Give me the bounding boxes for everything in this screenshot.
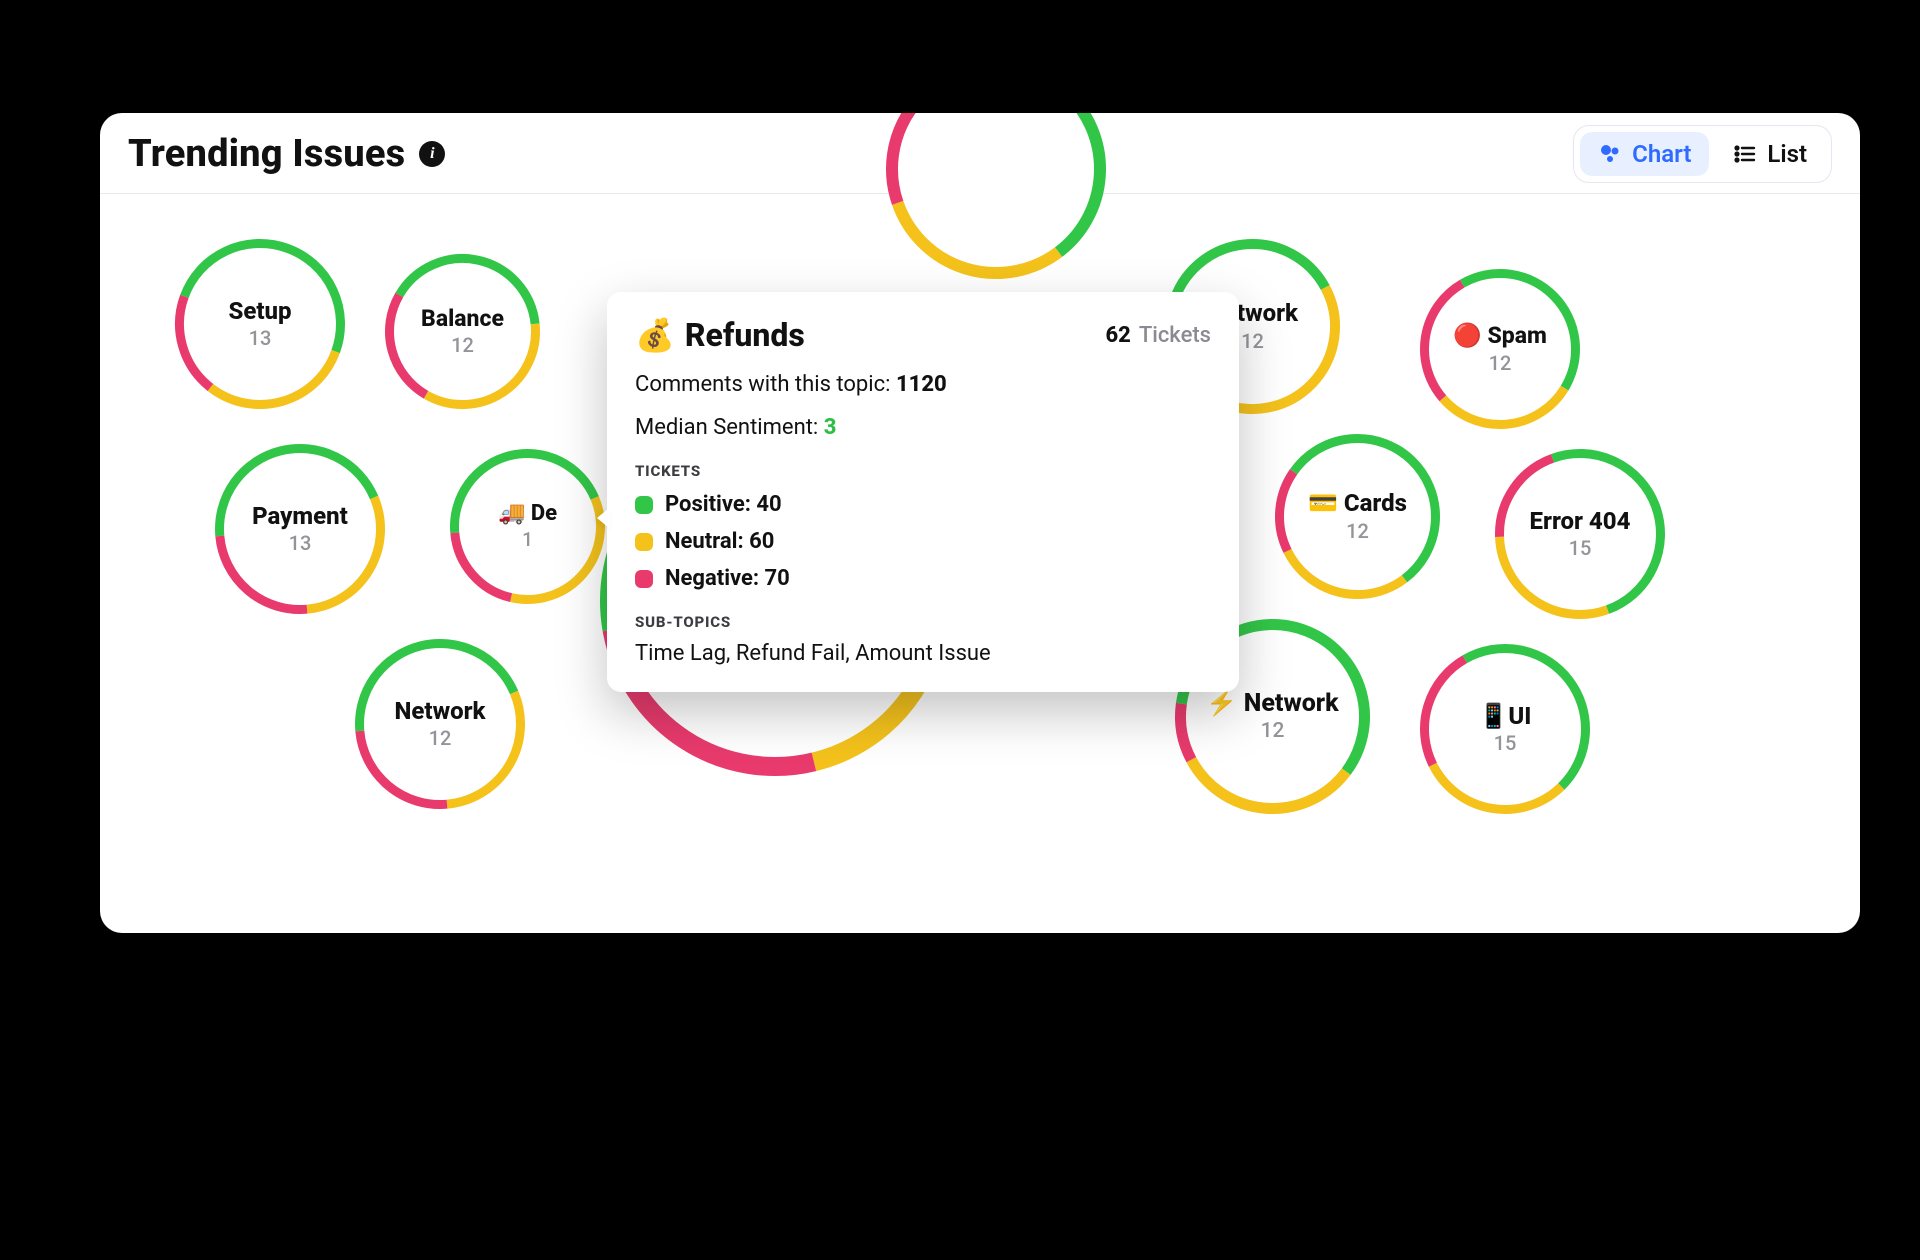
bubble-cards[interactable]: 💳 Cards 12 xyxy=(1275,434,1440,599)
chart-view-button[interactable]: Chart xyxy=(1580,132,1709,176)
bubble-field: Setup13 Balance12 Payment13 🚚 De1 Networ… xyxy=(100,194,1860,933)
bubble-payment[interactable]: Payment13 xyxy=(215,444,385,614)
bubble-count: 12 xyxy=(1261,719,1285,743)
tooltip-section-subtopics: SUB-TOPICS xyxy=(635,613,1211,631)
tooltip-comments-line: Comments with this topic: 1120 xyxy=(635,372,1211,397)
tooltip-subtopics: Time Lag, Refund Fail, Amount Issue xyxy=(635,641,1211,666)
bubble-count: 12 xyxy=(1241,329,1264,353)
bubble-delivery[interactable]: 🚚 De1 xyxy=(450,449,605,604)
bubble-label: 🔴 Spam xyxy=(1453,323,1547,348)
bubble-tooltip: 💰 Refunds 62 Tickets Comments with this … xyxy=(607,292,1239,692)
list-view-button[interactable]: List xyxy=(1715,132,1825,176)
bubble-label: Payment xyxy=(252,503,348,529)
sent-negative: Negative: 70 xyxy=(665,566,790,591)
bubble-label: Error 404 xyxy=(1530,508,1631,534)
bubble-topcenter[interactable] xyxy=(886,113,1106,279)
bubble-count: 15 xyxy=(1569,536,1592,560)
bubble-count: 1 xyxy=(522,528,533,551)
bubble-chart-icon xyxy=(1598,142,1622,166)
bubble-label: Setup xyxy=(228,298,291,324)
tooltip-emoji-icon: 💰 xyxy=(635,316,675,354)
chart-view-label: Chart xyxy=(1632,140,1691,168)
bubble-label: ⚡ Network xyxy=(1206,690,1338,718)
swatch-positive-icon xyxy=(635,496,653,514)
tooltip-ticket-word: Tickets xyxy=(1139,323,1211,348)
bubble-label: 🚚 De xyxy=(498,502,557,526)
bubble-ui[interactable]: 📱UI15 xyxy=(1420,644,1590,814)
bubble-count: 13 xyxy=(249,326,272,350)
bubble-setup[interactable]: Setup13 xyxy=(175,239,345,409)
bubble-count: 12 xyxy=(1489,351,1512,375)
bubble-count: 12 xyxy=(429,726,452,750)
sent-positive: Positive: 40 xyxy=(665,492,782,517)
bubble-count: 13 xyxy=(289,531,312,555)
tooltip-section-tickets: TICKETS xyxy=(635,462,1211,480)
bubble-spam[interactable]: 🔴 Spam 12 xyxy=(1420,269,1580,429)
view-toggle: Chart List xyxy=(1573,125,1832,183)
bubble-count: 12 xyxy=(1346,519,1369,543)
bubble-count: 12 xyxy=(451,333,474,357)
tooltip-pointer-icon xyxy=(597,508,609,528)
bubble-label: Balance xyxy=(421,306,504,331)
bubble-count: 15 xyxy=(1494,731,1517,755)
tooltip-ticket-count: 62 xyxy=(1105,323,1130,348)
info-icon[interactable]: i xyxy=(419,141,445,167)
bubble-label: 📱UI xyxy=(1479,703,1532,729)
bubble-error404[interactable]: Error 40415 xyxy=(1495,449,1665,619)
swatch-neutral-icon xyxy=(635,533,653,551)
list-view-label: List xyxy=(1767,140,1807,168)
bubble-balance[interactable]: Balance12 xyxy=(385,254,540,409)
tooltip-median-line: Median Sentiment: 3 xyxy=(635,415,1211,440)
sent-neutral: Neutral: 60 xyxy=(665,529,774,554)
bubble-label: Network xyxy=(394,698,485,724)
bubble-network-left[interactable]: Network12 xyxy=(355,639,525,809)
trending-issues-card: Trending Issues i Chart List xyxy=(100,113,1860,933)
bubble-label: 💳 Cards xyxy=(1308,490,1407,516)
page-title: Trending Issues xyxy=(128,132,405,176)
tooltip-title: Refunds xyxy=(685,316,805,354)
list-icon xyxy=(1733,142,1757,166)
swatch-negative-icon xyxy=(635,570,653,588)
